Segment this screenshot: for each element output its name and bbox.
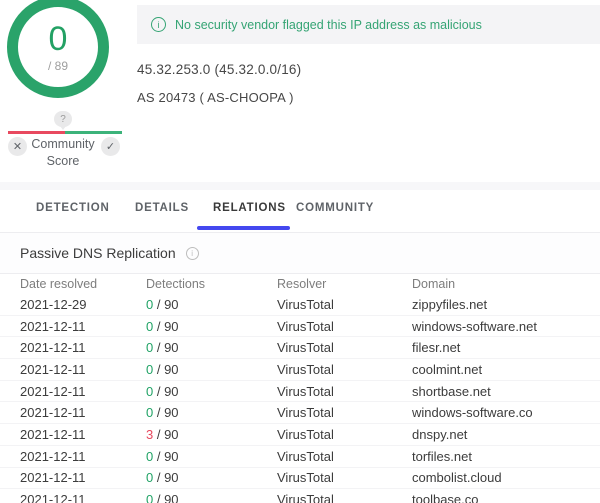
- domain-link[interactable]: windows-software.net: [412, 319, 600, 334]
- resolver-cell: VirusTotal: [277, 427, 412, 442]
- section-divider: [0, 182, 600, 190]
- detections-cell[interactable]: 0 / 90: [146, 492, 277, 503]
- detection-total: / 90: [153, 405, 178, 420]
- score-bar-negative: [8, 131, 65, 134]
- community-score-label: Community Score: [24, 136, 102, 170]
- detections-cell[interactable]: 3 / 90: [146, 427, 277, 442]
- domain-link[interactable]: windows-software.co: [412, 405, 600, 420]
- detection-total: / 90: [153, 297, 178, 312]
- column-header-detections: Detections: [146, 277, 277, 291]
- date-resolved-cell: 2021-12-11: [0, 470, 146, 485]
- resolver-cell: VirusTotal: [277, 319, 412, 334]
- date-resolved-cell: 2021-12-11: [0, 362, 146, 377]
- column-header-date: Date resolved: [0, 277, 146, 291]
- resolver-cell: VirusTotal: [277, 492, 412, 503]
- verdict-banner-text: No security vendor flagged this IP addre…: [175, 18, 482, 32]
- table-row: 2021-12-11 0 / 90 VirusTotal windows-sof…: [0, 316, 600, 338]
- detection-total: / 90: [153, 340, 178, 355]
- domain-link[interactable]: torfiles.net: [412, 449, 600, 464]
- table-row: 2021-12-11 3 / 90 VirusTotal dnspy.net: [0, 424, 600, 446]
- table-row: 2021-12-29 0 / 90 VirusTotal zippyfiles.…: [0, 294, 600, 316]
- score-total: / 89: [48, 59, 68, 73]
- detection-total: / 90: [153, 470, 178, 485]
- info-circle-icon: i: [151, 17, 166, 32]
- column-header-domain: Domain: [412, 277, 600, 291]
- domain-link[interactable]: zippyfiles.net: [412, 297, 600, 312]
- resolver-cell: VirusTotal: [277, 449, 412, 464]
- table-row: 2021-12-11 0 / 90 VirusTotal shortbase.n…: [0, 381, 600, 403]
- detection-total: / 90: [153, 449, 178, 464]
- community-score-help-icon[interactable]: ?: [54, 111, 72, 127]
- resolver-cell: VirusTotal: [277, 405, 412, 420]
- vote-harmless-icon[interactable]: ✓: [101, 137, 120, 156]
- date-resolved-cell: 2021-12-11: [0, 405, 146, 420]
- domain-link[interactable]: toolbase.co: [412, 492, 600, 503]
- detections-cell[interactable]: 0 / 90: [146, 470, 277, 485]
- tab-detection[interactable]: DETECTION: [36, 202, 110, 214]
- column-header-resolver: Resolver: [277, 277, 412, 291]
- table-row: 2021-12-11 0 / 90 VirusTotal coolmint.ne…: [0, 359, 600, 381]
- section-title: Passive DNS Replication: [20, 245, 176, 261]
- domain-link[interactable]: filesr.net: [412, 340, 600, 355]
- detections-cell[interactable]: 0 / 90: [146, 405, 277, 420]
- report-tab-bar: DETECTION DETAILS RELATIONS COMMUNITY: [0, 190, 600, 233]
- community-label-line2: Score: [47, 154, 80, 168]
- date-resolved-cell: 2021-12-29: [0, 297, 146, 312]
- detection-total: / 90: [153, 384, 178, 399]
- detection-score-gauge: 0 / 89: [7, 0, 109, 98]
- date-resolved-cell: 2021-12-11: [0, 449, 146, 464]
- table-row: 2021-12-11 0 / 90 VirusTotal combolist.c…: [0, 468, 600, 490]
- tab-community[interactable]: COMMUNITY: [296, 202, 374, 214]
- domain-link[interactable]: combolist.cloud: [412, 470, 600, 485]
- date-resolved-cell: 2021-12-11: [0, 384, 146, 399]
- resolver-cell: VirusTotal: [277, 470, 412, 485]
- date-resolved-cell: 2021-12-11: [0, 492, 146, 503]
- detection-total: / 90: [153, 427, 178, 442]
- report-header-card: 0 / 89 ? ✕ CommunityScore ✓ i No securit…: [0, 0, 600, 182]
- detections-cell[interactable]: 0 / 90: [146, 384, 277, 399]
- active-tab-indicator: [197, 226, 290, 230]
- passive-dns-section-header: Passive DNS Replication i: [0, 233, 600, 274]
- passive-dns-table: Date resolved Detections Resolver Domain…: [0, 274, 600, 503]
- detection-total: / 90: [153, 319, 178, 334]
- score-bar-positive: [65, 131, 122, 134]
- resolver-cell: VirusTotal: [277, 297, 412, 312]
- dns-table-body: 2021-12-29 0 / 90 VirusTotal zippyfiles.…: [0, 294, 600, 503]
- table-row: 2021-12-11 0 / 90 VirusTotal torfiles.ne…: [0, 446, 600, 468]
- section-info-icon[interactable]: i: [186, 247, 199, 260]
- date-resolved-cell: 2021-12-11: [0, 319, 146, 334]
- detections-cell[interactable]: 0 / 90: [146, 362, 277, 377]
- date-resolved-cell: 2021-12-11: [0, 340, 146, 355]
- detections-cell[interactable]: 0 / 90: [146, 319, 277, 334]
- tab-relations[interactable]: RELATIONS: [213, 202, 286, 214]
- tab-details[interactable]: DETAILS: [135, 202, 189, 214]
- detections-cell[interactable]: 0 / 90: [146, 340, 277, 355]
- domain-link[interactable]: coolmint.net: [412, 362, 600, 377]
- resolver-cell: VirusTotal: [277, 384, 412, 399]
- community-score-bar: [8, 131, 122, 134]
- detections-cell[interactable]: 0 / 90: [146, 297, 277, 312]
- domain-link[interactable]: dnspy.net: [412, 427, 600, 442]
- table-row: 2021-12-11 0 / 90 VirusTotal filesr.net: [0, 337, 600, 359]
- score-value: 0: [49, 22, 68, 56]
- verdict-banner: i No security vendor flagged this IP add…: [137, 5, 600, 44]
- ip-address-text: 45.32.253.0 (45.32.0.0/16): [137, 62, 301, 77]
- community-label-line1: Community: [31, 137, 94, 151]
- table-row: 2021-12-11 0 / 90 VirusTotal toolbase.co: [0, 489, 600, 503]
- table-row: 2021-12-11 0 / 90 VirusTotal windows-sof…: [0, 402, 600, 424]
- as-info-text: AS 20473 ( AS-CHOOPA ): [137, 90, 294, 105]
- resolver-cell: VirusTotal: [277, 340, 412, 355]
- detection-total: / 90: [153, 492, 178, 503]
- detections-cell[interactable]: 0 / 90: [146, 449, 277, 464]
- domain-link[interactable]: shortbase.net: [412, 384, 600, 399]
- resolver-cell: VirusTotal: [277, 362, 412, 377]
- table-header-row: Date resolved Detections Resolver Domain: [0, 274, 600, 294]
- date-resolved-cell: 2021-12-11: [0, 427, 146, 442]
- detection-total: / 90: [153, 362, 178, 377]
